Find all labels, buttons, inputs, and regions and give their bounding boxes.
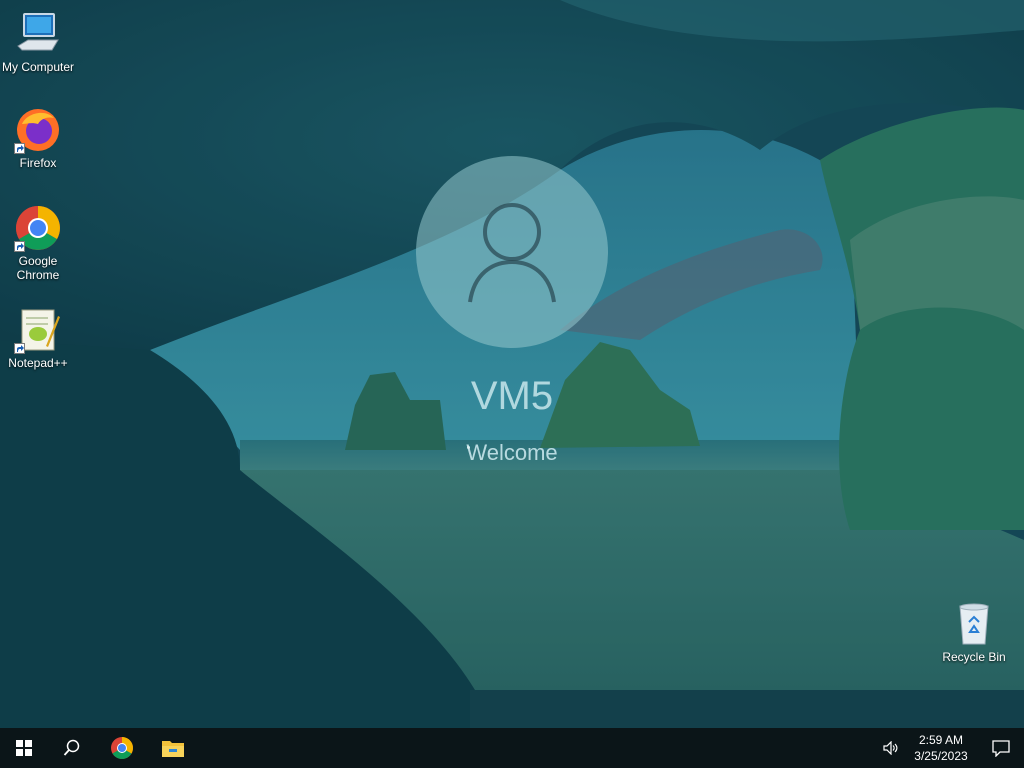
desktop-icon-notepadpp[interactable]: Notepad++ — [0, 306, 76, 370]
desktop-icon-firefox[interactable]: Firefox — [0, 106, 76, 170]
desktop-icon-label: Recycle Bin — [942, 650, 1006, 664]
recycle-bin-icon — [950, 600, 998, 648]
chrome-icon — [111, 737, 133, 759]
clock-time: 2:59 AM — [918, 733, 964, 747]
login-username: VM5 — [470, 374, 554, 418]
desktop-icon-label: Firefox — [19, 156, 57, 170]
desktop-icon-label: My Computer — [1, 60, 75, 74]
desktop-icon-my-computer[interactable]: My Computer — [0, 10, 76, 74]
taskbar: 2:59 AM 3/25/2023 — [0, 728, 1024, 768]
taskbar-file-explorer-button[interactable] — [148, 728, 198, 768]
clock-date: 3/25/2023 — [914, 749, 968, 763]
login-status-text: Welcome — [466, 440, 558, 465]
notepadpp-icon — [14, 306, 62, 354]
computer-icon — [14, 10, 62, 58]
windows-start-icon — [16, 740, 32, 756]
volume-icon — [883, 741, 898, 755]
desktop-icon-label: Notepad++ — [8, 356, 68, 370]
chrome-icon — [14, 204, 62, 252]
taskbar-chrome-button[interactable] — [96, 728, 148, 768]
user-avatar — [416, 156, 608, 348]
desktop-icon-recycle-bin[interactable]: Recycle Bin — [936, 600, 1012, 664]
search-icon — [63, 739, 80, 756]
firefox-icon — [14, 106, 62, 154]
search-button[interactable] — [48, 728, 96, 768]
volume-button[interactable] — [878, 728, 904, 768]
user-icon — [468, 203, 556, 303]
system-tray: 2:59 AM 3/25/2023 — [878, 728, 1024, 768]
loading-spinner-dot — [467, 446, 470, 449]
login-welcome-panel: VM5 Welcome — [400, 150, 624, 466]
notification-icon — [992, 739, 1010, 757]
action-center-button[interactable] — [978, 728, 1024, 768]
file-explorer-icon — [162, 741, 184, 757]
start-button[interactable] — [0, 728, 48, 768]
shortcut-arrow-icon — [14, 343, 25, 354]
desktop-icon-label: Google Chrome — [16, 254, 60, 282]
shortcut-arrow-icon — [14, 241, 25, 252]
taskbar-clock[interactable]: 2:59 AM 3/25/2023 — [904, 732, 978, 764]
desktop-icon-google-chrome[interactable]: Google Chrome — [0, 204, 76, 282]
shortcut-arrow-icon — [14, 143, 25, 154]
